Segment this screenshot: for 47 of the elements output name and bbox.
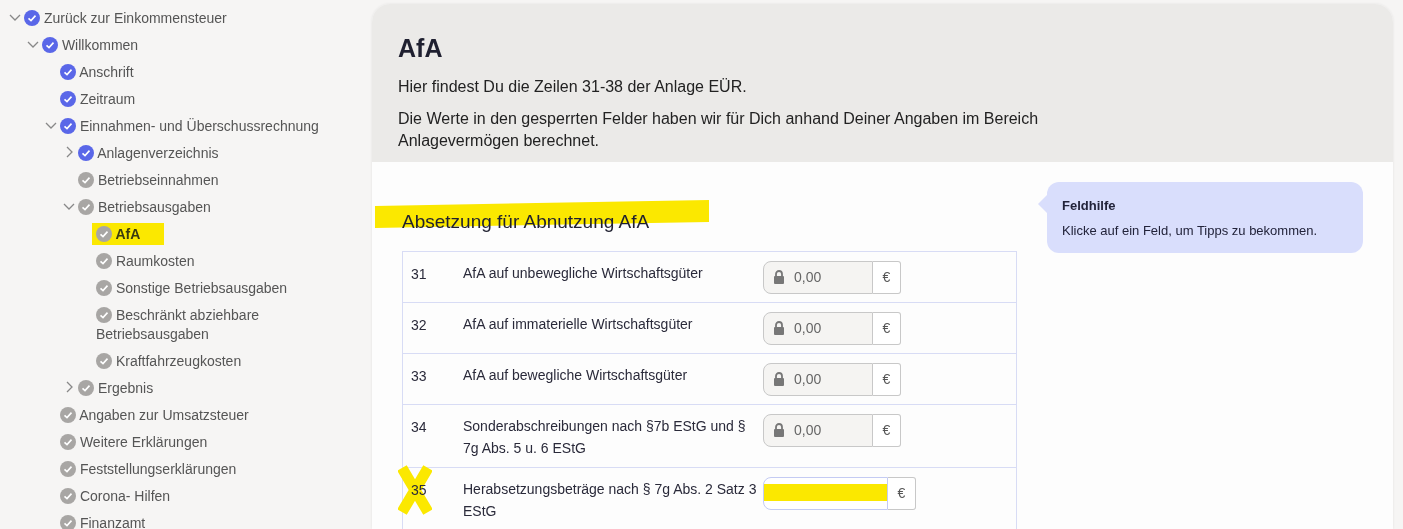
tree-item[interactable]: Sonstige Betriebsausgaben <box>96 279 288 298</box>
line-number: 32 <box>411 316 427 333</box>
locked-amount-field: 0,00 <box>763 413 873 447</box>
tree-item[interactable]: Kraftfahrzeugkosten <box>96 352 242 371</box>
lock-icon <box>773 321 785 335</box>
locked-amount-field: 0,00 <box>763 260 873 294</box>
help-text: Klicke auf ein Feld, um Tipps zu bekommen. <box>1062 222 1319 240</box>
currency-unit: € <box>888 476 916 510</box>
locked-amount-field: 0,00 <box>763 362 873 396</box>
line-number: 31 <box>411 265 427 282</box>
intro-text: Hier findest Du die Zeilen 31-38 der Anlage EÜR. <box>398 76 748 97</box>
tree-item[interactable]: Betriebseinnahmen <box>78 171 219 190</box>
help-title: Feldhilfe <box>1062 196 1117 215</box>
lock-icon <box>773 372 785 386</box>
tree-item[interactable]: Zeitraum <box>60 90 136 109</box>
line-number: 34 <box>411 418 427 435</box>
intro-text: Die Werte in den gesperrten Felder haben wir für Dich anhand Deiner Angaben im Bereich Anlagevermögen berechnet. <box>398 108 1040 151</box>
tree-item[interactable]: Feststellungserklärungen <box>60 460 237 479</box>
tree-item[interactable]: Finanzamt <box>60 514 146 529</box>
field-label: Sonderabschreibungen nach §7b EStG und § 7g Abs. 5 u. 6 EStG <box>463 416 747 458</box>
currency-unit: € <box>873 311 901 345</box>
field-label: AfA auf immaterielle Wirtschaftsgüter <box>463 314 694 334</box>
amount-field[interactable] <box>763 476 888 510</box>
currency-unit: € <box>873 362 901 396</box>
tree-item[interactable]: Einnahmen- und Überschussrechnung <box>60 117 319 136</box>
lock-icon <box>773 270 785 284</box>
lock-icon <box>773 423 785 437</box>
tree-item[interactable]: Zurück zur Einkommensteuer <box>24 9 227 28</box>
tree-item[interactable]: Anlagenverzeichnis <box>78 144 219 163</box>
line-number: 33 <box>411 367 427 384</box>
currency-unit: € <box>873 260 901 294</box>
field-label: AfA auf bewegliche Wirtschaftsgüter <box>463 365 689 385</box>
tree-item[interactable]: Ergebnis <box>78 379 154 398</box>
tree-item[interactable]: AfA <box>96 225 141 244</box>
tree-item[interactable]: Corona- Hilfen <box>60 487 171 506</box>
field-label: AfA auf unbewegliche Wirtschaftsgüter <box>463 263 704 283</box>
tree-item[interactable]: Betriebsausgaben <box>78 198 211 217</box>
tree-item[interactable]: Angaben zur Umsatzsteuer <box>60 406 249 425</box>
locked-amount-field: 0,00 <box>763 311 873 345</box>
tree-item[interactable]: Weitere Erklärungen <box>60 433 208 452</box>
tree-item[interactable]: Raumkosten <box>96 252 195 271</box>
field-label: Herabsetzungsbeträge nach § 7g Abs. 2 Satz 3 EStG <box>463 479 758 521</box>
tree-item[interactable]: Willkommen <box>42 36 139 55</box>
tree-item[interactable]: Beschränkt abziehbare Betriebsausgaben <box>96 306 330 344</box>
currency-unit: € <box>873 413 901 447</box>
tree-item[interactable]: Anschrift <box>60 63 134 82</box>
page-title: AfA <box>398 33 444 64</box>
